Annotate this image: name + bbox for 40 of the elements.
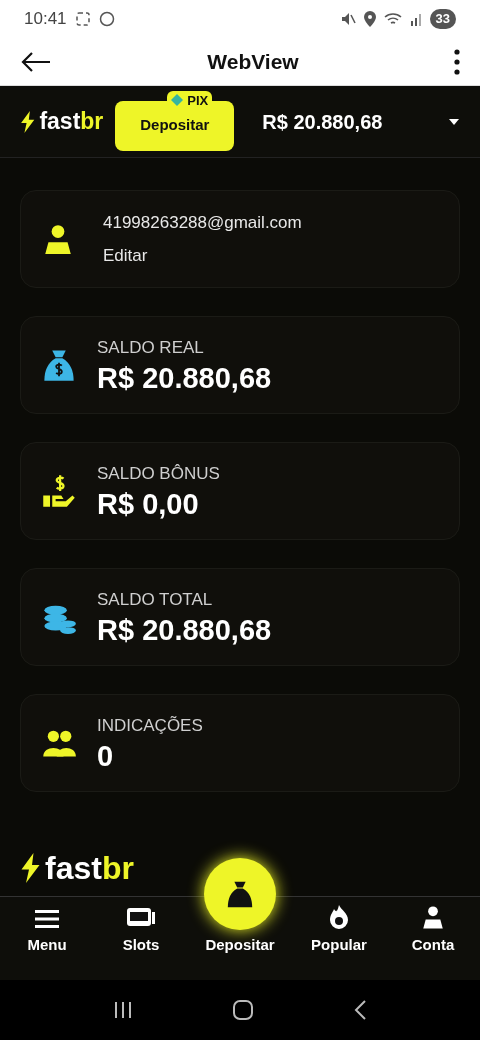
recent-apps-icon[interactable] (113, 1000, 134, 1020)
balance-label: SALDO REAL (97, 337, 205, 360)
logo-text: fastbr (39, 107, 104, 137)
header-balance: R$ 20.880,68 (262, 109, 383, 135)
home-icon[interactable] (232, 999, 254, 1021)
balance-label: SALDO TOTAL (97, 589, 214, 612)
balance-value: R$ 0,00 (97, 486, 200, 521)
chat-icon (98, 11, 115, 27)
balance-value: R$ 20.880,68 (97, 360, 272, 395)
window-title: WebView (207, 48, 299, 75)
bolt-icon (20, 110, 36, 133)
mute-icon (339, 11, 356, 27)
dropdown-caret-icon[interactable] (448, 117, 460, 126)
nav-tab[interactable]: Popular (299, 903, 379, 956)
balance-label: INDICAÇÕES (97, 715, 203, 738)
back-icon[interactable] (352, 999, 367, 1021)
nav-tab[interactable]: Slots (101, 905, 181, 956)
nav-deposit-button[interactable]: Depositar (195, 857, 285, 956)
nav-tab[interactable]: Conta (393, 903, 473, 956)
more-options-icon[interactable] (454, 48, 460, 75)
menu-icon (35, 907, 59, 930)
flame-icon (328, 903, 350, 930)
balance-value: R$ 20.880,68 (97, 612, 272, 647)
money-bag-icon (41, 347, 77, 383)
email-text: 41998263288@gmail.com (103, 211, 302, 234)
battery-indicator: 33 (429, 9, 456, 29)
signal-icon (409, 12, 422, 26)
edit-link[interactable]: Editar (103, 243, 302, 269)
nav-tab[interactable]: Menu (7, 907, 87, 956)
back-arrow-icon[interactable] (20, 50, 52, 73)
screenshot-icon (74, 11, 91, 27)
status-time: 10:41 (24, 8, 67, 31)
balance-label: SALDO BÔNUS (97, 463, 220, 486)
diamond-icon (171, 94, 184, 107)
logo-text: fastbr (45, 849, 134, 888)
balance-value: 0 (97, 738, 115, 773)
bolt-icon (20, 853, 41, 883)
wifi-icon (383, 11, 402, 27)
hand-coin-icon (41, 473, 77, 509)
location-icon (363, 11, 376, 27)
